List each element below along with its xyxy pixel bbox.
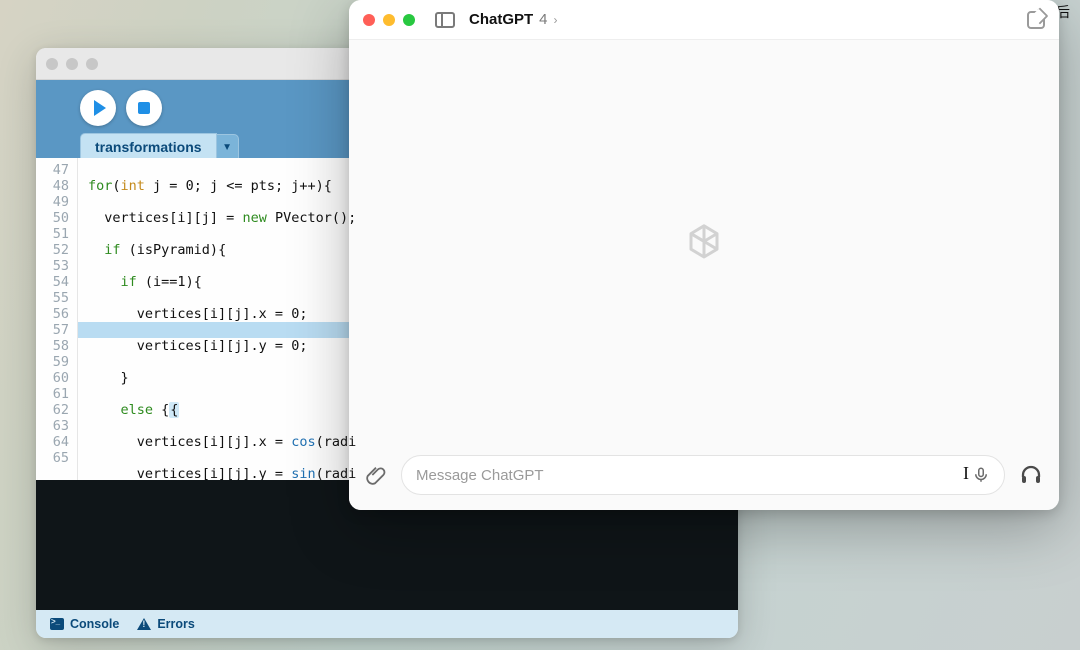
zoom-dot[interactable] (403, 14, 415, 26)
line-number-gutter: 4748 4950 5152 5354 5556 5758 5960 6162 … (36, 158, 78, 480)
errors-tab[interactable]: Errors (137, 617, 195, 631)
play-icon (94, 100, 106, 116)
code-area[interactable]: for(int j = 0; j <= pts; j++){ vertices[… (78, 158, 356, 480)
run-button[interactable] (80, 90, 116, 126)
chat-model-version: 4 (539, 11, 547, 28)
tab-transformations[interactable]: transformations (80, 133, 217, 160)
chatgpt-window: ChatGPT 4 › (349, 0, 1059, 510)
microphone-icon[interactable] (972, 466, 990, 484)
terminal-icon (50, 618, 64, 630)
text-cursor-icon (963, 465, 964, 485)
chat-traffic-lights (363, 14, 415, 26)
chat-titlebar[interactable]: ChatGPT 4 › (349, 0, 1059, 40)
openai-logo-icon (678, 218, 730, 270)
stop-button[interactable] (126, 90, 162, 126)
attachment-icon[interactable] (365, 464, 387, 486)
chat-model-selector[interactable]: ChatGPT 4 › (469, 11, 558, 28)
editor-bottom-bar: Console Errors (36, 610, 738, 638)
tab-dropdown[interactable]: ▼ (217, 134, 239, 160)
chat-app-name: ChatGPT (469, 11, 533, 28)
headphones-icon[interactable] (1019, 463, 1043, 487)
sidebar-toggle-icon[interactable] (435, 12, 455, 28)
chat-body (349, 40, 1059, 448)
new-chat-icon[interactable] (1027, 11, 1045, 29)
chat-input[interactable] (416, 467, 955, 484)
minimize-dot[interactable] (383, 14, 395, 26)
close-dot[interactable] (363, 14, 375, 26)
console-tab[interactable]: Console (50, 617, 119, 631)
warning-icon (137, 618, 151, 630)
chat-input-bar (349, 448, 1059, 510)
stop-icon (138, 102, 150, 114)
chevron-right-icon: › (554, 13, 558, 27)
chat-input-pill[interactable] (401, 455, 1005, 495)
